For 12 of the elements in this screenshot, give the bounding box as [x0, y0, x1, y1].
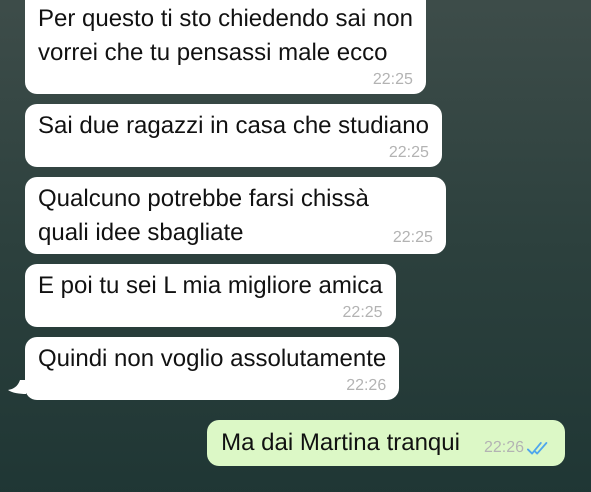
message-time: 22:25 — [388, 143, 429, 163]
message-time: 22:25 — [372, 70, 413, 90]
message-text: Sai due ragazzi in casa che studiano — [38, 111, 429, 141]
message-time: 22:26 — [484, 438, 524, 458]
message-text: E poi tu sei L mia migliore amica — [38, 271, 383, 301]
message-time: 22:26 — [346, 376, 386, 396]
message-text: Qualcuno potrebbe farsi chissà quali idee sbagliate — [38, 184, 369, 248]
message-time: 22:25 — [342, 303, 383, 323]
message-text: Ma dai Martina tranqui — [221, 428, 460, 458]
message-text: Quindi non voglio assolutamente — [38, 344, 386, 374]
message-text: Per questo ti sto chiedendo sai non vorrei che tu pensassi male ecco — [38, 4, 413, 68]
message-time: 22:25 — [392, 228, 433, 248]
